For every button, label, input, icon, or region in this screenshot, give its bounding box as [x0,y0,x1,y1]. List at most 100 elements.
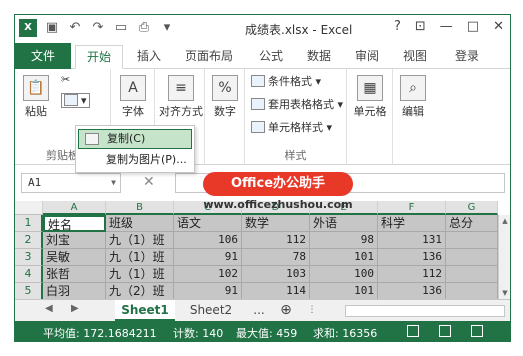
customize-icon[interactable]: ▾ [159,20,175,36]
row-header[interactable]: 4 [15,266,43,283]
align-icon: ≡ [168,75,194,101]
alignment-button[interactable]: ≡ 对齐方式 [159,75,203,119]
menu-item-copy-as-picture[interactable]: 复制为图片(P)... [78,151,192,171]
font-button[interactable]: A 字体 [119,75,147,119]
table-cell[interactable] [446,232,498,249]
number-button[interactable]: % 数字 [211,75,239,119]
table-cell[interactable]: 外语 [310,215,378,232]
table-cell[interactable]: 100 [310,266,378,283]
table-cell[interactable]: 136 [378,249,446,266]
row-header[interactable]: 1 [15,215,43,232]
add-sheet-icon[interactable]: ⊕ [275,300,297,321]
undo-icon[interactable]: ↶ [67,20,83,36]
chevron-down-icon[interactable]: ▼ [111,174,116,192]
sheet-prev-icon[interactable]: ◀ [45,303,53,314]
table-cell[interactable] [446,249,498,266]
scroll-down-icon[interactable]: ▼ [499,287,510,299]
tab-home[interactable]: 开始 [75,45,123,69]
ribbon-display-icon[interactable]: ⊡ [415,19,426,34]
table-cell[interactable]: 吴敏 [43,249,106,266]
help-icon[interactable]: ? [394,19,401,34]
format-as-table-button[interactable]: 套用表格格式 ▾ [251,96,343,112]
sheet-next-icon[interactable]: ▶ [71,303,79,314]
table-cell[interactable]: 78 [242,249,310,266]
column-header[interactable]: G [446,201,498,215]
table-cell[interactable] [446,283,498,300]
table-cell[interactable]: 语文 [174,215,242,232]
page-break-view-icon[interactable] [471,325,483,337]
paste-label: 粘贴 [25,105,47,118]
table-cell[interactable]: 112 [378,266,446,283]
cut-icon[interactable]: ✂ [61,73,70,86]
sheet-tab-sheet1[interactable]: Sheet1 [115,300,175,321]
table-cell[interactable]: 131 [378,232,446,249]
column-header[interactable]: F [378,201,446,215]
table-cell[interactable]: 114 [242,283,310,300]
tab-page-layout[interactable]: 页面布局 [177,45,241,69]
cells-button[interactable]: ▦ 单元格 [349,75,391,119]
table-cell[interactable]: 科学 [378,215,446,232]
editing-button[interactable]: ⌕ 编辑 [399,75,427,119]
table-cell[interactable]: 九（1）班 [106,232,174,249]
table-cell[interactable]: 98 [310,232,378,249]
scroll-up-icon[interactable]: ▲ [499,215,510,227]
conditional-format-button[interactable]: 条件格式 ▾ [251,73,321,89]
column-header[interactable]: A [43,201,106,215]
worksheet-grid: A B C D E F G 1 姓名 班级 语文 数学 外语 科学 总分 2 刘… [15,201,510,300]
table-cell[interactable]: 101 [310,283,378,300]
sheet-tab-sheet2[interactable]: Sheet2 [181,300,241,321]
row-header[interactable]: 3 [15,249,43,266]
sign-in-link[interactable]: 登录 [447,45,487,69]
row-header[interactable]: 5 [15,283,43,300]
name-box[interactable]: A1 ▼ [21,173,121,193]
open-icon[interactable]: ▭ [113,20,129,36]
row-header[interactable]: 2 [15,232,43,249]
table-cell[interactable]: 刘宝 [43,232,106,249]
table-cell[interactable]: 数学 [242,215,310,232]
table-cell[interactable]: 103 [242,266,310,283]
tab-insert[interactable]: 插入 [129,45,169,69]
tab-data[interactable]: 数据 [299,45,339,69]
table-cell[interactable]: 91 [174,249,242,266]
redo-icon[interactable]: ↷ [90,20,106,36]
tab-view[interactable]: 视图 [395,45,435,69]
select-all-corner[interactable] [15,201,43,215]
table-cell[interactable]: 91 [174,283,242,300]
column-header[interactable]: B [106,201,174,215]
more-sheets-button[interactable]: ... [247,300,271,321]
close-button[interactable]: ✕ [493,19,504,34]
paste-button[interactable]: 📋 粘贴 [19,75,53,119]
save-icon[interactable]: ▣ [44,20,60,36]
normal-view-icon[interactable] [407,325,419,337]
ribbon-tabs: 文件 开始 插入 页面布局 公式 数据 审阅 视图 登录 [15,43,510,69]
minimize-button[interactable]: — [440,19,453,34]
table-cell[interactable]: 姓名 [43,215,106,232]
page-layout-view-icon[interactable] [439,325,451,337]
tab-file[interactable]: 文件 [15,43,71,69]
table-cell[interactable] [446,266,498,283]
table-cell[interactable]: 106 [174,232,242,249]
horizontal-scrollbar[interactable] [345,305,505,317]
table-cell[interactable]: 九（1）班 [106,266,174,283]
table-cell[interactable]: 101 [310,249,378,266]
vertical-scrollbar[interactable]: ▲ ▼ [498,215,510,299]
table-cell[interactable]: 112 [242,232,310,249]
maximize-button[interactable]: □ [467,19,479,34]
table-cell[interactable]: 102 [174,266,242,283]
more-options-icon[interactable]: ⋮ [305,300,319,321]
excel-logo-icon: X [19,19,37,37]
cell-styles-button[interactable]: 单元格样式 ▾ [251,119,332,135]
table-cell[interactable]: 九（2）班 [106,283,174,300]
table-cell[interactable]: 136 [378,283,446,300]
table-cell[interactable]: 张哲 [43,266,106,283]
table-cell[interactable]: 白羽 [43,283,106,300]
menu-item-copy[interactable]: 复制(C) [78,129,192,149]
print-icon[interactable]: ⎙ [136,20,152,36]
table-cell[interactable]: 班级 [106,215,174,232]
cancel-icon[interactable]: ✕ [143,174,155,190]
table-cell[interactable]: 总分 [446,215,498,232]
table-cell[interactable]: 九（1）班 [106,249,174,266]
copy-dropdown-button[interactable]: ▾ [61,93,90,108]
tab-review[interactable]: 审阅 [347,45,387,69]
tab-formulas[interactable]: 公式 [251,45,291,69]
